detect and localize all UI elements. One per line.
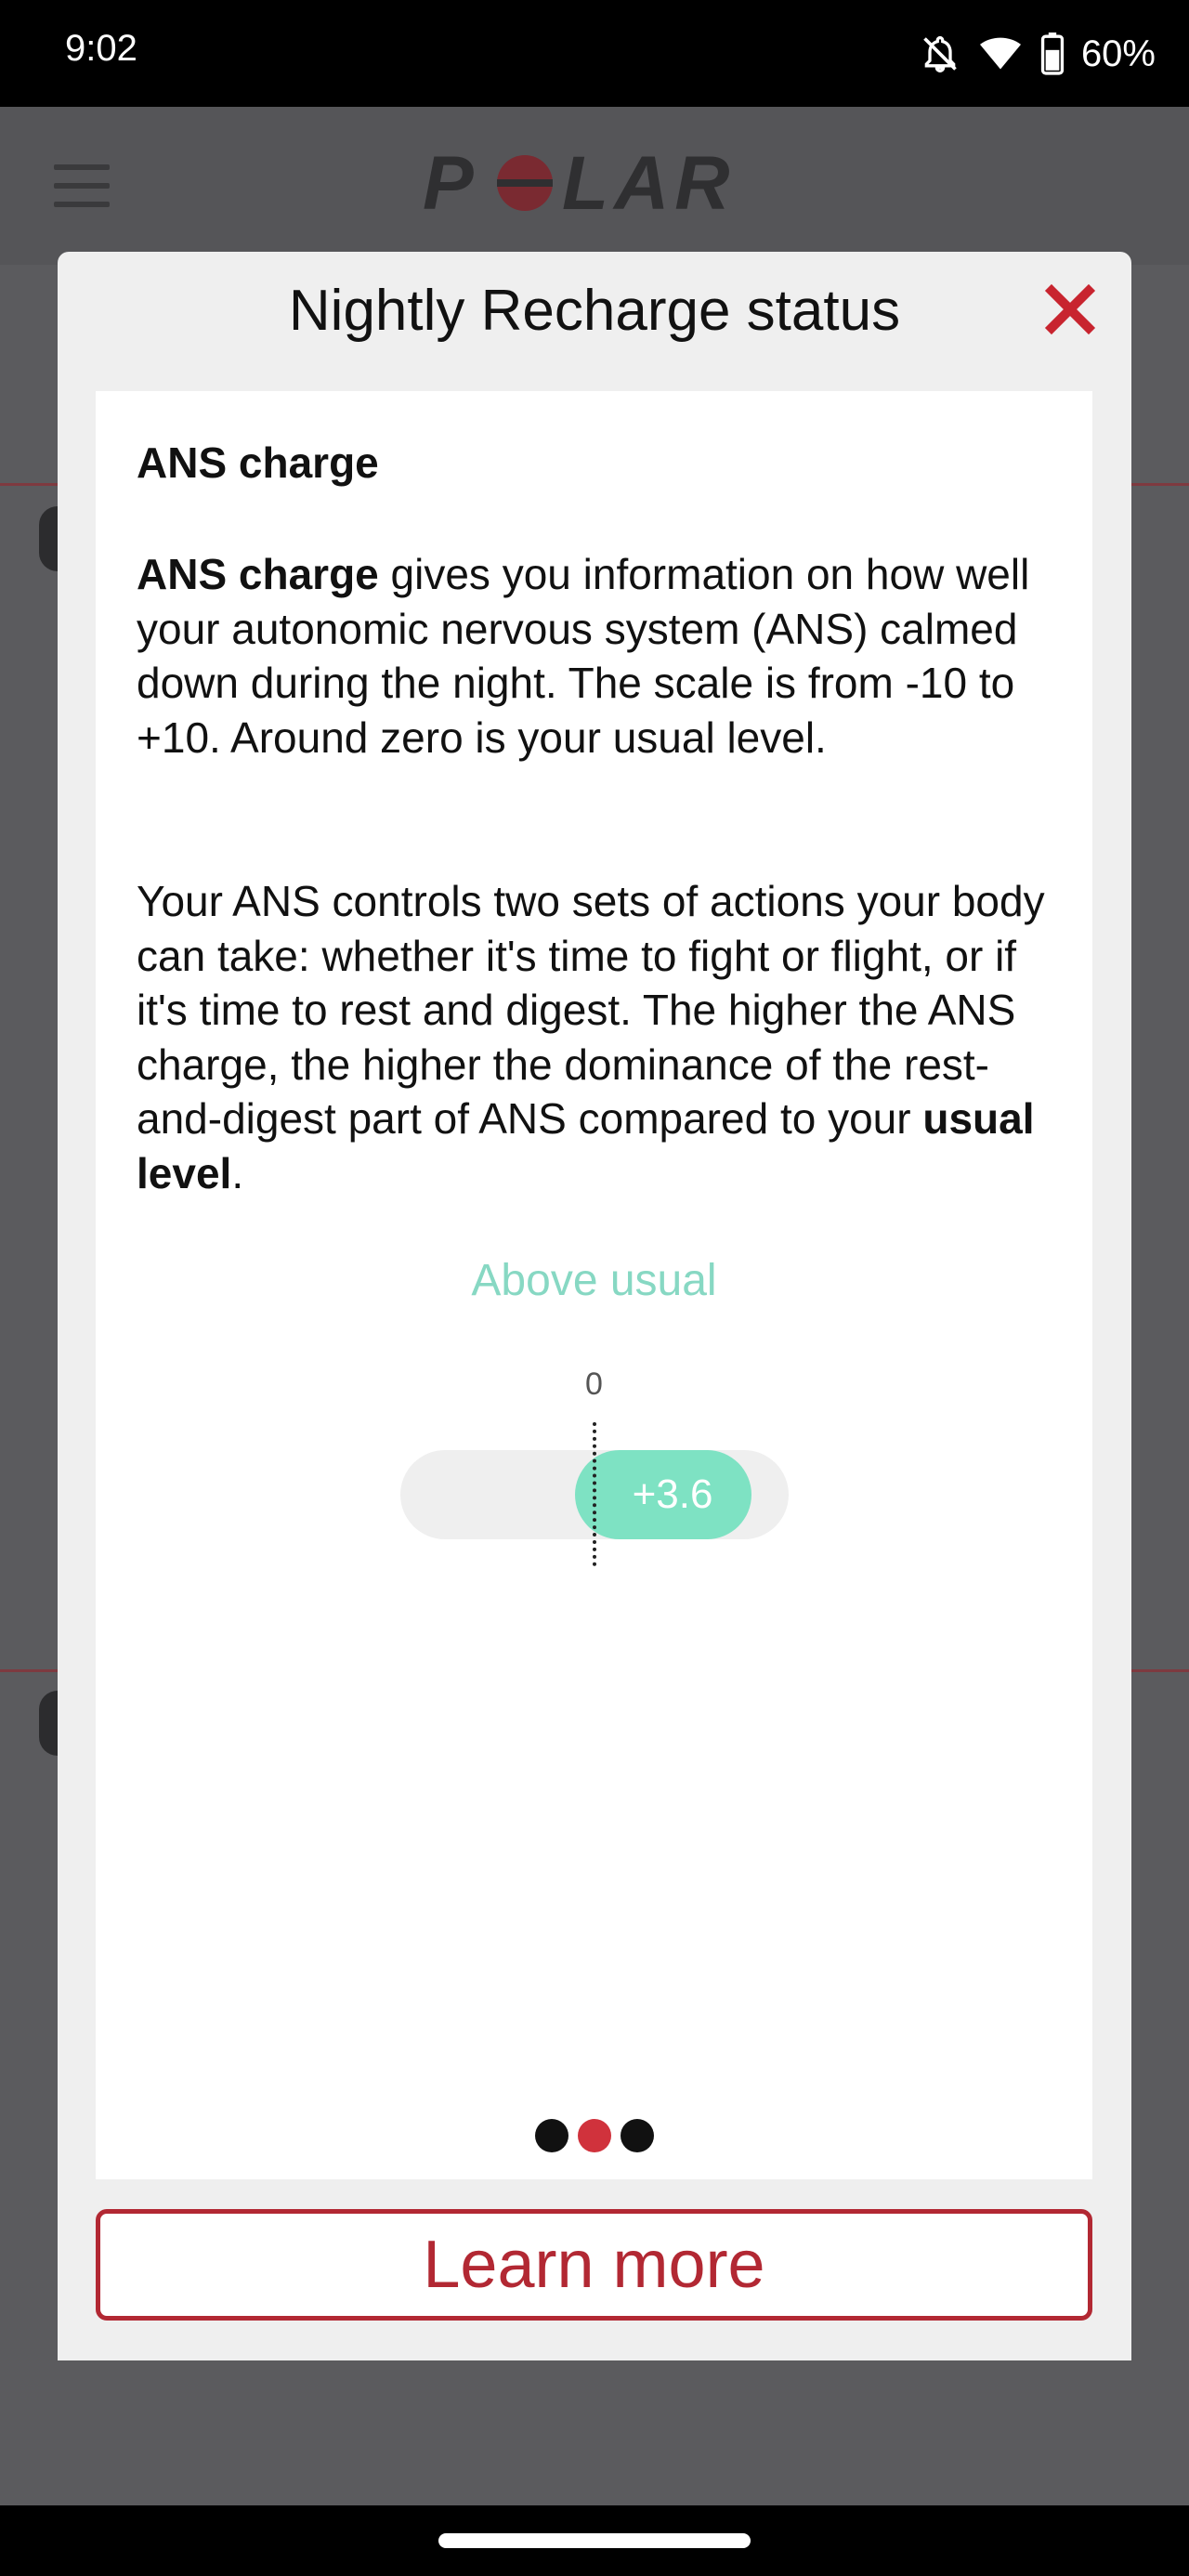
home-handle[interactable] <box>438 2533 751 2548</box>
close-icon[interactable] <box>1042 281 1098 337</box>
svg-text:LAR: LAR <box>562 144 736 226</box>
page-dot[interactable] <box>534 2119 568 2152</box>
ans-description: ANS charge gives you information on how … <box>137 547 1065 765</box>
ans-status-label: Above usual <box>471 1256 717 1305</box>
page-dot[interactable] <box>620 2119 654 2152</box>
content-card: ANS charge ANS charge gives you informat… <box>96 391 1092 2179</box>
menu-icon[interactable] <box>54 164 110 207</box>
ans-explanation-text: Your ANS controls two sets of actions yo… <box>137 877 1045 1143</box>
ans-explanation: Your ANS controls two sets of actions yo… <box>137 874 1065 1200</box>
gauge-zero-label: 0 <box>585 1366 603 1402</box>
section-heading: ANS charge <box>137 438 379 487</box>
page-indicator <box>96 2119 1092 2152</box>
polar-logo: P LAR <box>423 144 736 226</box>
ans-description-lead: ANS charge <box>137 550 379 598</box>
status-bar: 9:02 60% <box>0 0 1189 107</box>
wifi-icon <box>979 37 1021 70</box>
navigation-bar <box>0 2505 1189 2576</box>
nightly-recharge-modal: Nightly Recharge status ANS charge ANS c… <box>58 252 1131 2360</box>
status-time: 9:02 <box>65 28 137 69</box>
status-icons: 60% <box>920 26 1156 82</box>
ans-gauge-value: +3.6 <box>575 1450 751 1539</box>
gauge-zero-line <box>593 1422 596 1566</box>
ans-explanation-end: . <box>231 1148 244 1197</box>
learn-more-button[interactable]: Learn more <box>96 2209 1092 2321</box>
page-dot-active[interactable] <box>577 2119 611 2152</box>
svg-text:P: P <box>423 144 479 226</box>
modal-title: Nightly Recharge status <box>288 279 901 343</box>
battery-icon <box>1040 33 1065 75</box>
app-header: P LAR <box>0 107 1189 265</box>
notifications-off-icon <box>923 36 957 72</box>
battery-percentage: 60% <box>1080 33 1156 74</box>
